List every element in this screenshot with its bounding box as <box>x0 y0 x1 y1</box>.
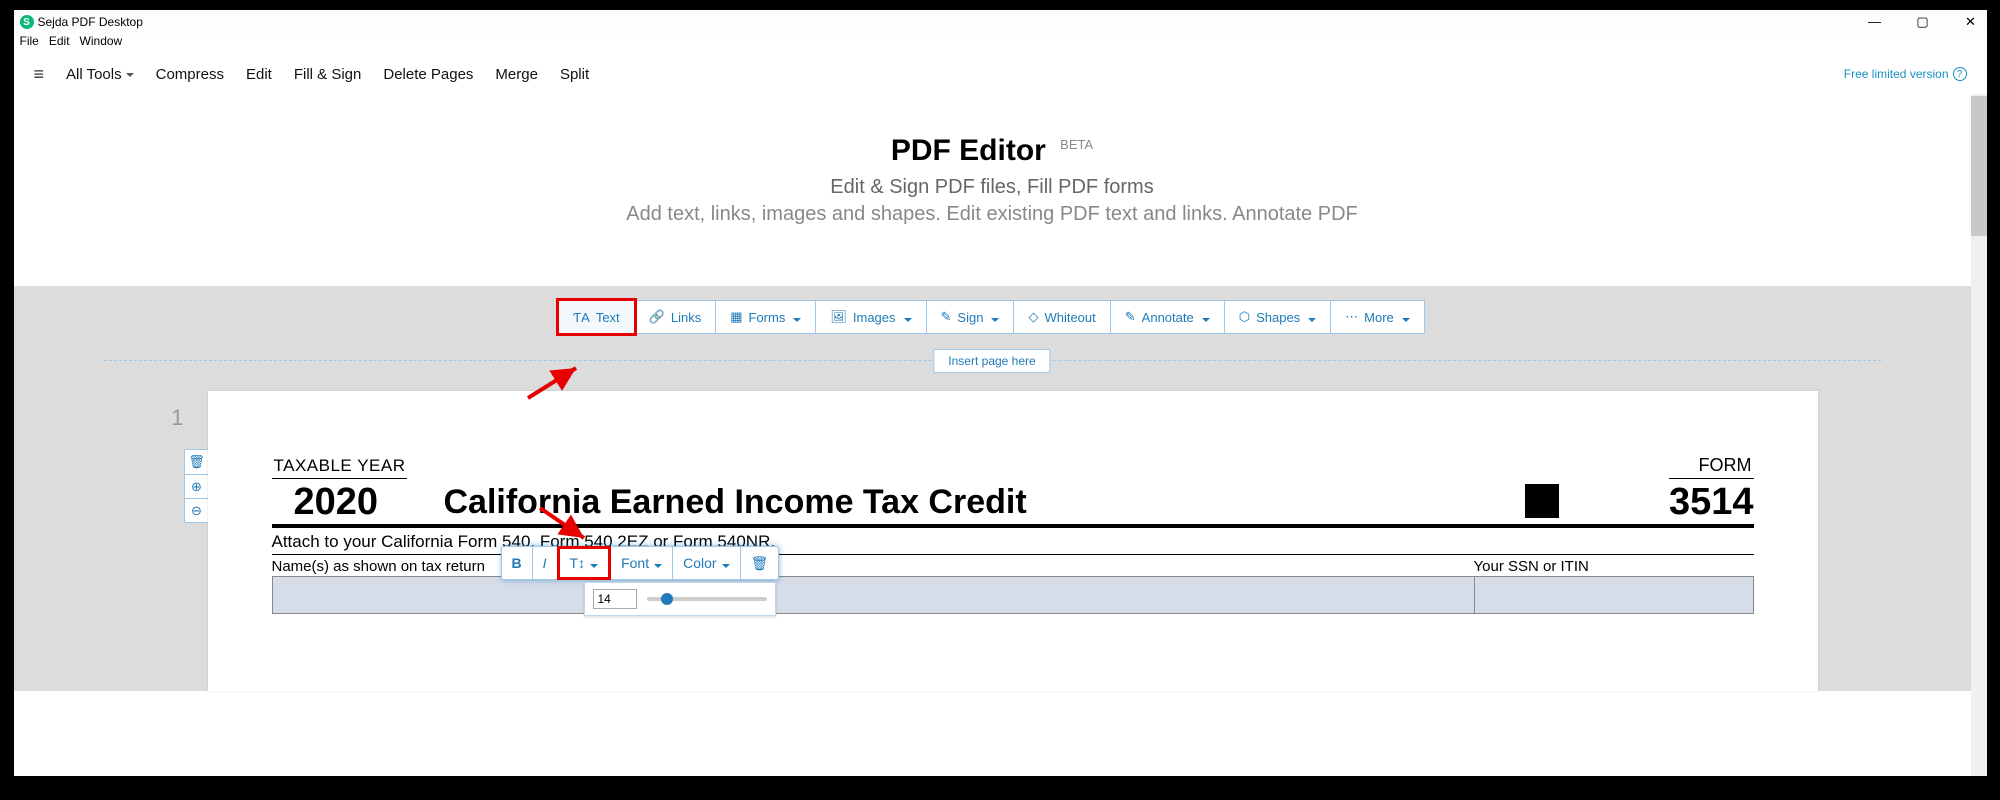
pencil-icon: ✎ <box>1125 309 1136 325</box>
menubar: File Edit Window <box>14 34 1987 54</box>
font-size-slider[interactable] <box>647 597 767 601</box>
content-area: PDF Editor BETA Edit & Sign PDF files, F… <box>14 94 1971 776</box>
menu-edit[interactable]: Edit <box>49 34 70 54</box>
names-field: Name(s) as shown on tax return <box>272 555 1474 614</box>
hero-subtitle-1: Edit & Sign PDF files, Fill PDF forms <box>14 176 1971 199</box>
chevron-down-icon <box>902 310 912 325</box>
chevron-down-icon <box>720 555 730 571</box>
zoom-in-icon[interactable]: ⊕ <box>185 474 209 498</box>
tab-forms[interactable]: ▦ Forms <box>715 300 816 334</box>
all-tools-button[interactable]: All Tools <box>66 66 134 83</box>
insert-page-row: Insert page here <box>104 360 1881 361</box>
page-wrap: 1 🗑 ⊕ ⊖ TAXABLE YEAR 2020 California Ear… <box>104 391 1881 691</box>
names-label: Name(s) as shown on tax return <box>272 555 1474 576</box>
form-label: FORM <box>1669 455 1754 479</box>
bold-button[interactable]: B <box>501 546 533 580</box>
compress-button[interactable]: Compress <box>156 66 224 83</box>
taxable-year-label: TAXABLE YEAR <box>272 456 408 479</box>
chevron-down-icon <box>989 310 999 325</box>
image-icon: 🖼 <box>830 309 847 325</box>
free-version-link[interactable]: Free limited version ? <box>1844 67 1967 81</box>
slider-knob[interactable] <box>661 593 673 605</box>
editor-section: ƬA Text 🔗 Links ▦ Forms 🖼 Images <box>14 286 1971 691</box>
font-size-input[interactable] <box>593 589 637 609</box>
font-family-button[interactable]: Font <box>610 546 673 580</box>
hero-subtitle-2: Add text, links, images and shapes. Edit… <box>14 203 1971 226</box>
chevron-down-icon <box>652 555 662 571</box>
ssn-field: Your SSN or ITIN <box>1474 555 1754 614</box>
scrollbar-thumb[interactable] <box>1971 96 1987 236</box>
main-toolbar: ≡ All Tools Compress Edit Fill & Sign De… <box>14 54 1987 94</box>
font-size-button[interactable]: T↕ <box>557 546 612 580</box>
font-color-button[interactable]: Color <box>672 546 740 580</box>
tab-links[interactable]: 🔗 Links <box>634 300 717 334</box>
chevron-down-icon <box>1200 310 1210 325</box>
year-value: 2020 <box>272 481 408 524</box>
app-icon: S <box>20 15 34 29</box>
chevron-down-icon <box>791 310 801 325</box>
maximize-button[interactable]: ▢ <box>1913 14 1933 30</box>
page-side-tools: 🗑 ⊕ ⊖ <box>184 449 210 523</box>
chevron-down-icon <box>588 555 598 571</box>
menu-toggle-icon[interactable]: ≡ <box>34 64 45 85</box>
tab-images[interactable]: 🖼 Images <box>815 300 926 334</box>
minimize-button[interactable]: — <box>1865 14 1885 30</box>
close-button[interactable]: ✕ <box>1961 14 1981 30</box>
beta-badge: BETA <box>1060 137 1093 152</box>
link-icon: 🔗 <box>649 309 665 325</box>
doc-form-block: FORM 3514 <box>1669 455 1754 524</box>
names-input[interactable] <box>272 576 1474 614</box>
window-controls: — ▢ ✕ <box>1865 14 1981 30</box>
ssn-label: Your SSN or ITIN <box>1474 555 1754 576</box>
sign-icon: ✎ <box>941 309 952 325</box>
pdf-page[interactable]: TAXABLE YEAR 2020 California Earned Inco… <box>208 391 1818 691</box>
insert-page-button[interactable]: Insert page here <box>933 349 1050 373</box>
tab-annotate[interactable]: ✎ Annotate <box>1110 300 1225 334</box>
attach-note: Attach to your California Form 540, Form… <box>272 528 1754 555</box>
hero: PDF Editor BETA Edit & Sign PDF files, F… <box>14 94 1971 286</box>
form-icon: ▦ <box>730 309 742 325</box>
delete-page-icon[interactable]: 🗑 <box>185 450 209 474</box>
font-size-popup <box>584 582 776 616</box>
delete-text-button[interactable]: 🗑 <box>740 546 780 580</box>
app-window: S Sejda PDF Desktop — ▢ ✕ File Edit Wind… <box>14 10 1987 776</box>
tab-sign[interactable]: ✎ Sign <box>926 300 1015 334</box>
delete-pages-button[interactable]: Delete Pages <box>383 66 473 83</box>
doc-header-row: TAXABLE YEAR 2020 California Earned Inco… <box>272 455 1754 528</box>
menu-file[interactable]: File <box>20 34 39 54</box>
chevron-down-icon <box>1400 310 1410 325</box>
tab-text[interactable]: ƬA Text <box>558 300 634 334</box>
tab-whiteout[interactable]: ◇ Whiteout <box>1013 300 1110 334</box>
window-title: Sejda PDF Desktop <box>38 15 143 29</box>
merge-button[interactable]: Merge <box>495 66 538 83</box>
text-icon: ƬA <box>573 310 590 325</box>
vertical-scrollbar[interactable] <box>1971 94 1987 776</box>
page-title: PDF Editor <box>891 134 1046 167</box>
editor-tool-tabs: ƬA Text 🔗 Links ▦ Forms 🖼 Images <box>14 300 1971 334</box>
tab-more[interactable]: ⋯ More <box>1330 300 1425 334</box>
titlebar: S Sejda PDF Desktop — ▢ ✕ <box>14 10 1987 34</box>
ssn-input[interactable] <box>1474 576 1754 614</box>
more-icon: ⋯ <box>1345 309 1358 325</box>
shapes-icon: ⬡ <box>1239 309 1250 325</box>
edit-button[interactable]: Edit <box>246 66 272 83</box>
zoom-out-icon[interactable]: ⊖ <box>185 498 209 522</box>
doc-year-block: TAXABLE YEAR 2020 <box>272 456 408 524</box>
eraser-icon: ◇ <box>1028 309 1038 325</box>
text-edit-toolbar: B I T↕ Font Color 🗑 <box>502 546 780 580</box>
italic-button[interactable]: I <box>532 546 558 580</box>
doc-fields-row: Name(s) as shown on tax return Your SSN … <box>272 555 1754 614</box>
split-button[interactable]: Split <box>560 66 589 83</box>
form-number: 3514 <box>1669 481 1754 524</box>
chevron-down-icon <box>1306 310 1316 325</box>
doc-title: California Earned Income Tax Credit <box>443 483 1524 524</box>
barcode-icon <box>1525 484 1559 518</box>
fill-sign-button[interactable]: Fill & Sign <box>294 66 362 83</box>
help-icon: ? <box>1953 67 1967 81</box>
tab-shapes[interactable]: ⬡ Shapes <box>1224 300 1331 334</box>
menu-window[interactable]: Window <box>80 34 123 54</box>
page-number: 1 <box>104 391 184 691</box>
